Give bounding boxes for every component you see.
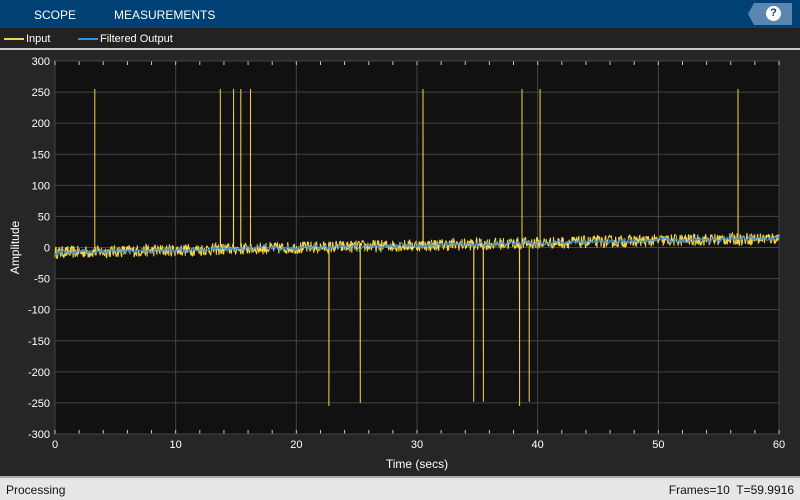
x-tick-label: 40 — [532, 439, 544, 451]
x-tick-label: 10 — [170, 439, 182, 451]
status-bar: Processing Frames=10 T=59.9916 — [0, 476, 800, 500]
tab-measurements[interactable]: MEASUREMENTS — [114, 8, 215, 22]
legend-line-icon — [4, 38, 24, 41]
y-tick-label: 50 — [38, 211, 50, 223]
help-button[interactable]: ? — [748, 3, 792, 25]
legend-item-filtered[interactable]: Filtered Output — [78, 33, 173, 45]
y-tick-label: -150 — [28, 336, 50, 348]
x-axis-label: Time (secs) — [386, 457, 448, 471]
tab-scope[interactable]: SCOPE — [34, 8, 76, 22]
x-tick-label: 60 — [773, 439, 785, 451]
plot-area: 0 10 20 30 40 50 60 -300 -250 -200 -150 -100 -50 0 50 1… — [0, 52, 800, 476]
y-tick-label: 0 — [44, 243, 50, 255]
y-tick-label: 300 — [32, 56, 50, 68]
y-tick-label: -300 — [28, 429, 50, 441]
y-tick-label: -250 — [28, 398, 50, 410]
x-tick-label: 0 — [52, 439, 58, 451]
x-tick-label: 30 — [411, 439, 423, 451]
y-tick-label: 100 — [32, 180, 50, 192]
x-tick-label: 20 — [290, 439, 302, 451]
y-tick-label: 150 — [32, 149, 50, 161]
help-icon: ? — [766, 6, 781, 21]
chart[interactable]: 0 10 20 30 40 50 60 -300 -250 -200 -150 -100 -50 0 50 1… — [0, 52, 800, 476]
y-tick-label: -50 — [34, 274, 50, 286]
y-tick-label: -100 — [28, 305, 50, 317]
status-text: Processing — [6, 483, 66, 497]
y-tick-label: 200 — [32, 118, 50, 130]
frame-info: Frames=10 T=59.9916 — [668, 483, 794, 497]
y-axis-label: Amplitude — [8, 221, 22, 275]
x-tick-label: 50 — [652, 439, 664, 451]
legend-line-icon — [78, 38, 98, 41]
y-tick-label: 250 — [32, 87, 50, 99]
legend-item-input[interactable]: Input — [4, 33, 50, 45]
toolstrip: SCOPE MEASUREMENTS ? — [0, 0, 800, 28]
legend: Input Filtered Output — [0, 28, 800, 50]
y-tick-label: -200 — [28, 367, 50, 379]
